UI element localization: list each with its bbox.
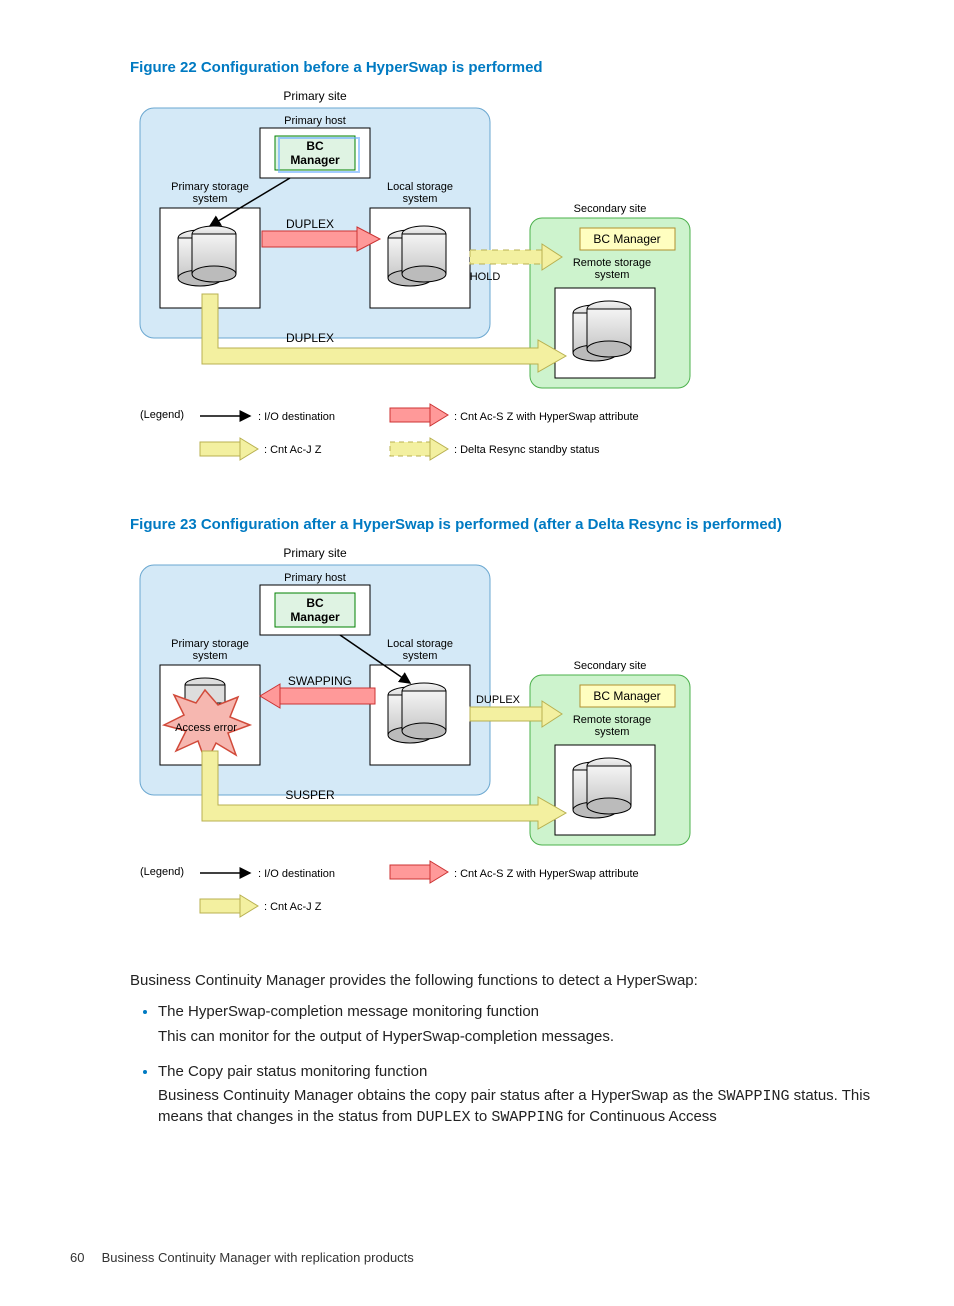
- svg-text:Manager: Manager: [290, 610, 340, 624]
- cylinder-icon: [388, 226, 446, 286]
- bc-manager-label: BC: [306, 139, 324, 153]
- primary-site-label: Primary site: [283, 546, 347, 560]
- svg-text:system: system: [193, 193, 228, 205]
- cylinder-icon: [573, 758, 631, 818]
- figure-23-caption: Figure 23 Configuration after a HyperSwa…: [130, 515, 884, 535]
- svg-text:system: system: [595, 726, 630, 738]
- duplex-1-label: DUPLEX: [286, 217, 334, 231]
- svg-text:system: system: [595, 269, 630, 281]
- mono-duplex: DUPLEX: [416, 1109, 470, 1126]
- secondary-site-label: Secondary site: [574, 203, 647, 215]
- svg-text:system: system: [193, 650, 228, 662]
- legend-io-dest: : I/O destination: [258, 411, 335, 423]
- svg-text:: I/O destination: : I/O destination: [258, 868, 335, 880]
- mono-swapping: SWAPPING: [717, 1088, 789, 1105]
- figure-22-diagram: Primary site Primary host BC Manager Pri…: [130, 88, 884, 494]
- access-error-label: Access error: [175, 722, 237, 734]
- svg-text:Primary storage: Primary storage: [171, 638, 249, 650]
- svg-text:: Cnt Ac-J Z: : Cnt Ac-J Z: [264, 901, 322, 913]
- svg-text:Secondary site: Secondary site: [574, 660, 647, 672]
- primary-host-label: Primary host: [284, 115, 346, 127]
- list-item: The HyperSwap-completion message monitor…: [158, 1001, 884, 1047]
- svg-text:Manager: Manager: [290, 153, 340, 167]
- svg-text:system: system: [403, 193, 438, 205]
- duplex-2-label: DUPLEX: [286, 331, 334, 345]
- hold-label: HOLD: [470, 271, 501, 283]
- mono-swapping-2: SWAPPING: [491, 1109, 563, 1126]
- legend-label: (Legend): [140, 409, 184, 421]
- page-footer: 60 Business Continuity Manager with repl…: [70, 1249, 884, 1267]
- primary-host-label: Primary host: [284, 572, 346, 584]
- swapping-label: SWAPPING: [288, 674, 352, 688]
- svg-text:BC: BC: [306, 596, 324, 610]
- legend-cntacj: : Cnt Ac-J Z: [264, 444, 322, 456]
- primary-storage-label-1: Primary storage: [171, 181, 249, 193]
- list-item: The Copy pair status monitoring function…: [158, 1061, 884, 1129]
- legend-label: (Legend): [140, 866, 184, 878]
- figure-23-diagram: Primary site Primary host BC Manager Pri…: [130, 545, 884, 951]
- function-list: The HyperSwap-completion message monitor…: [130, 1001, 884, 1128]
- susper-label: SUSPER: [285, 788, 335, 802]
- figure-22-caption: Figure 22 Configuration before a HyperSw…: [130, 58, 884, 78]
- page-number: 60: [70, 1249, 98, 1267]
- legend-cntacs: : Cnt Ac-S Z with HyperSwap attribute: [454, 411, 639, 423]
- primary-site-label: Primary site: [283, 89, 347, 103]
- intro-paragraph: Business Continuity Manager provides the…: [130, 971, 884, 991]
- duplex-label: DUPLEX: [476, 694, 521, 706]
- svg-text:BC Manager: BC Manager: [593, 689, 660, 703]
- cylinder-icon: [388, 683, 446, 743]
- cylinder-icon: [573, 301, 631, 361]
- item-1-body: This can monitor for the output of Hyper…: [158, 1027, 884, 1047]
- svg-text:Local storage: Local storage: [387, 638, 453, 650]
- item-1-heading: The HyperSwap-completion message monitor…: [158, 1002, 884, 1022]
- item-2-heading: The Copy pair status monitoring function: [158, 1062, 884, 1082]
- svg-text:system: system: [403, 650, 438, 662]
- svg-text:: Cnt Ac-S Z with HyperSwap at: : Cnt Ac-S Z with HyperSwap attribute: [454, 868, 639, 880]
- bc-manager-2-label: BC Manager: [593, 232, 660, 246]
- local-storage-label-1: Local storage: [387, 181, 453, 193]
- remote-storage-label-1: Remote storage: [573, 257, 651, 269]
- footer-section: Business Continuity Manager with replica…: [102, 1250, 414, 1265]
- svg-text:Remote storage: Remote storage: [573, 714, 651, 726]
- legend-delta: : Delta Resync standby status: [454, 444, 600, 456]
- cylinder-icon: [178, 226, 236, 286]
- item-2-body: Business Continuity Manager obtains the …: [158, 1086, 884, 1129]
